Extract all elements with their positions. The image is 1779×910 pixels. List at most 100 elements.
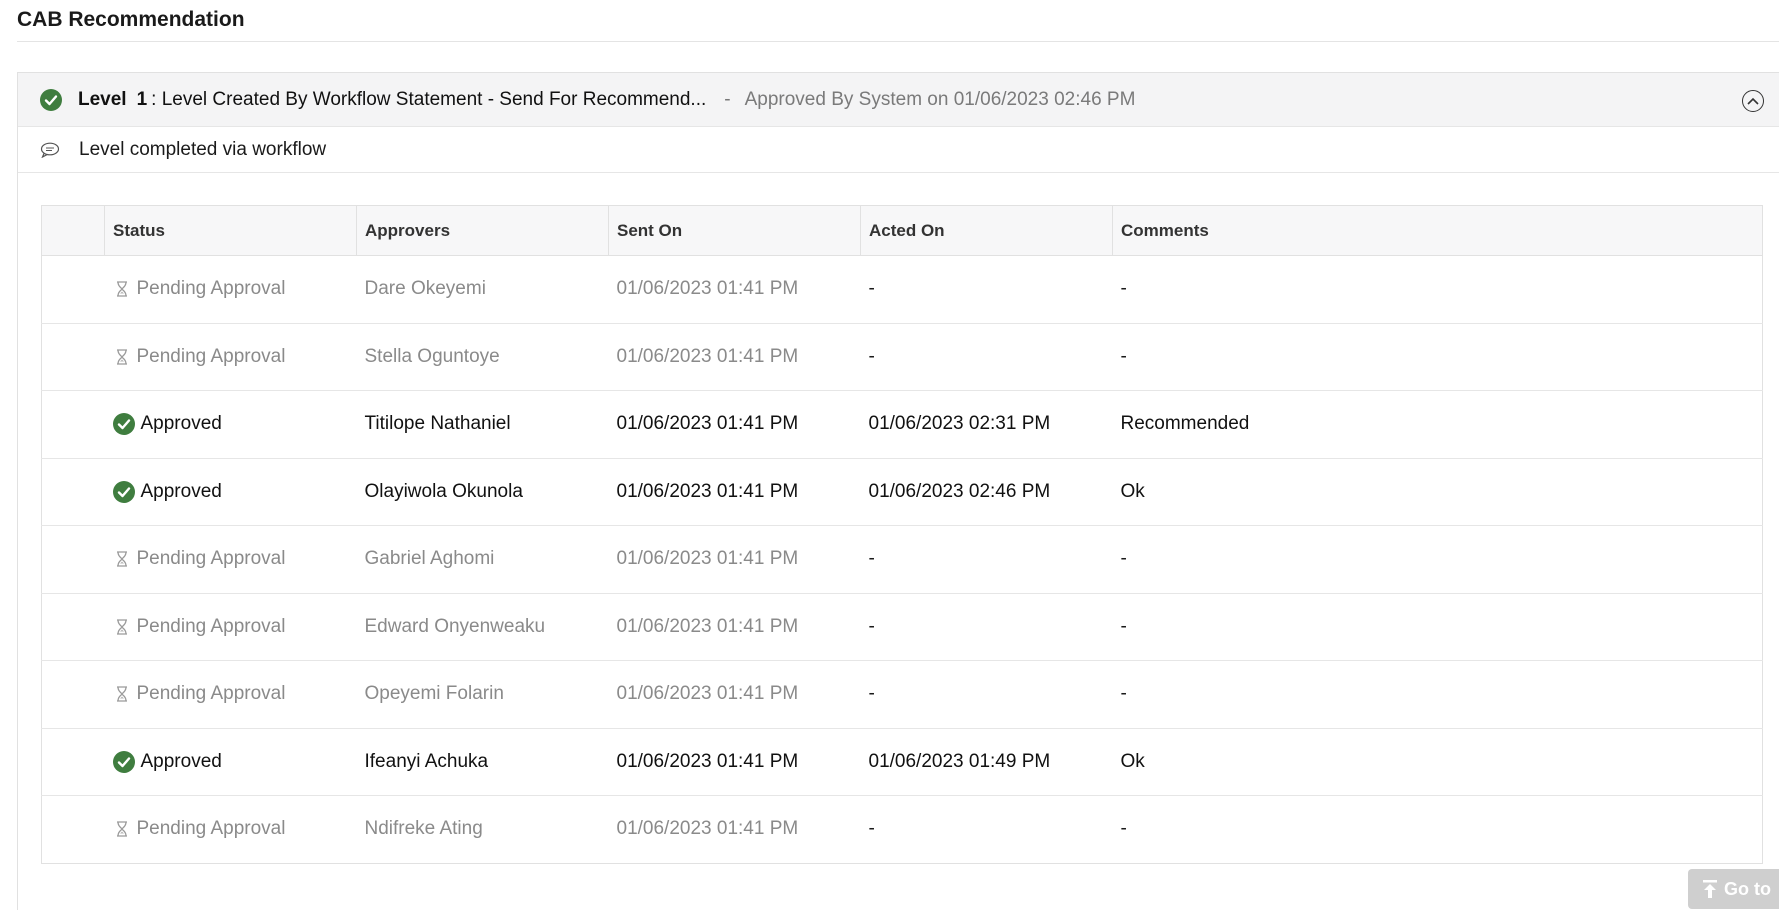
status-text: Pending Approval [136,818,286,840]
comments-cell: - [1112,323,1763,391]
sent-on-cell: 01/06/2023 01:41 PM [616,818,799,840]
table-row: Pending Approval Dare Okeyemi 01/06/2023 0… [41,255,1763,324]
sent-on-cell: 01/06/2023 01:41 PM [608,390,861,459]
status-text: Approved [140,750,222,772]
hourglass-icon [116,686,127,702]
status-cell: Approved [104,390,357,459]
level-separator: - [724,88,731,110]
chevron-up-circle-icon[interactable] [1742,90,1764,112]
approvers-table: Status Approvers Sent On Acted On Commen… [41,205,1763,864]
row-blank-cell [41,255,105,324]
approver-cell: Ndifreke Ating [364,818,483,840]
status-cell: Pending Approval [105,796,357,864]
section-title: CAB Recommendation [17,8,245,31]
sent-on-cell: 01/06/2023 01:41 PM [608,255,861,324]
status-cell: Approved [104,728,357,796]
approver-cell: Olayiwola Okunola [356,458,609,526]
table-row: Pending Approval Ndifreke Ating 01/06/2023… [42,796,1763,864]
approver-cell: Ifeanyi Achuka [356,728,609,796]
acted-on-cell: 01/06/2023 02:46 PM [860,458,1113,526]
table-row: Approved Ifeanyi Achuka 01/06/2023 01:41 P… [41,728,1763,796]
comments-cell: Ok [1112,728,1763,796]
acted-on-cell: - [860,593,1113,661]
acted-on-cell: - [860,525,1113,594]
go-to-top-button[interactable]: Go to [1688,869,1779,909]
row-blank-cell [41,728,105,796]
check-circle-icon [112,480,135,503]
status-cell: Approved [104,458,357,526]
sent-on-cell: 01/06/2023 01:41 PM [608,660,861,729]
table-row: Pending Approval Stella Oguntoye 01/06/202… [41,323,1763,391]
sent-on-cell: 01/06/2023 01:41 PM [608,728,861,796]
status-text: Approved [140,480,222,502]
status-text: Pending Approval [136,278,286,300]
status-cell: Pending Approval [104,593,357,661]
status-cell: Pending Approval [104,255,357,324]
table-row: Pending Approval Edward Onyenweaku 01/06/2… [41,593,1763,661]
comments-cell: - [1112,525,1763,594]
level-approved-by: Approved By System on 01/06/2023 02:46 P… [744,88,1136,110]
table-row: Approved Titilope Nathaniel 01/06/2023 01:… [41,390,1763,459]
level-header[interactable]: Level 1 : Level Created By Workflow Stat… [18,73,1779,127]
level-card: Level 1 : Level Created By Workflow Stat… [17,72,1779,910]
acted-on-cell: 01/06/2023 01:49 PM [860,728,1113,796]
sent-on-cell: 01/06/2023 01:41 PM [608,593,861,661]
comments-cell: - [1112,255,1763,324]
row-blank-cell [41,458,105,526]
column-header-acted-on[interactable]: Acted On [860,205,1113,256]
table-row: Pending Approval Opeyemi Folarin 01/06/202… [41,660,1763,729]
sent-on-cell: 01/06/2023 01:41 PM [608,323,861,391]
row-blank-cell [41,525,105,594]
comments-cell: Recommended [1112,390,1763,459]
approver-cell: Edward Onyenweaku [356,593,609,661]
status-cell: Pending Approval [104,525,357,594]
column-header-blank [41,205,105,256]
acted-on-cell: - [860,323,1113,391]
status-text: Pending Approval [136,615,286,637]
level-name: : Level Created By Workflow Statement - … [151,88,707,110]
level-note: Level completed via workflow [18,127,1779,173]
go-to-label: Go to [1724,878,1771,899]
approver-cell: Titilope Nathaniel [356,390,609,459]
arrow-up-to-top-icon [1703,880,1717,898]
hourglass-icon [116,821,127,837]
approver-cell: Opeyemi Folarin [356,660,609,729]
check-circle-icon [40,88,62,111]
status-text: Approved [140,413,222,435]
approver-cell: Stella Oguntoye [356,323,609,391]
table-row: Approved Olayiwola Okunola 01/06/2023 01:4… [41,458,1763,526]
check-circle-icon [112,750,135,773]
status-text: Pending Approval [136,548,286,570]
status-text: Pending Approval [136,683,286,705]
level-label: Level [78,88,127,110]
hourglass-icon [116,619,127,635]
row-blank-cell [41,660,105,729]
comment-icon [40,142,60,158]
check-circle-icon [112,413,135,436]
comments-cell: - [1112,593,1763,661]
level-note-text: Level completed via workflow [79,138,327,160]
level-number: 1 [136,88,148,110]
column-header-approvers[interactable]: Approvers [356,205,609,256]
comments-cell: - [1112,660,1763,729]
table-row: Pending Approval Gabriel Aghomi 01/06/2023… [41,525,1763,594]
status-cell: Pending Approval [104,323,357,391]
hourglass-icon [116,349,127,365]
row-blank-cell [42,796,105,864]
row-blank-cell [41,323,105,391]
table-header-row: Status Approvers Sent On Acted On Commen… [41,205,1763,256]
comments-cell: Ok [1112,458,1763,526]
acted-on-cell: - [860,255,1113,324]
comments-cell: - [1120,818,1127,840]
column-header-sent-on[interactable]: Sent On [608,205,861,256]
approver-cell: Dare Okeyemi [356,255,609,324]
title-divider [17,41,1779,42]
column-header-status[interactable]: Status [104,205,357,256]
acted-on-cell: 01/06/2023 02:31 PM [860,390,1113,459]
status-text: Pending Approval [136,345,286,367]
hourglass-icon [116,281,127,297]
column-header-comments[interactable]: Comments [1112,205,1763,256]
row-blank-cell [41,593,105,661]
sent-on-cell: 01/06/2023 01:41 PM [608,458,861,526]
status-cell: Pending Approval [104,660,357,729]
